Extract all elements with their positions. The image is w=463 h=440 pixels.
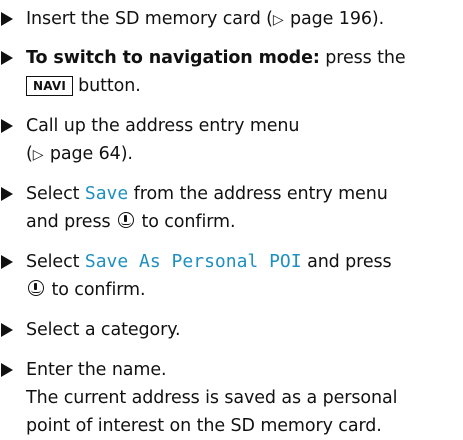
navi-key-label: NAVI — [26, 76, 74, 96]
step-switch-navigation-mode: To switch to navigation mode: press the … — [0, 44, 463, 100]
step-text: to confirm. — [135, 212, 236, 232]
step-bullet-icon — [1, 51, 13, 65]
page-reference: page 196). — [284, 9, 385, 29]
confirm-knob-icon — [28, 280, 44, 296]
step-text: press the — [319, 48, 406, 68]
step-text: to confirm. — [46, 280, 146, 300]
step-text: Insert the SD memory card ( — [26, 9, 273, 29]
step-enter-name: Enter the name. The current address is s… — [0, 356, 463, 440]
step-text: Select — [26, 252, 85, 272]
page-reference: page 64). — [44, 144, 133, 164]
step-bullet-icon — [1, 12, 13, 26]
step-select-save-personal-poi: Select Save As Personal POI and press to… — [0, 248, 463, 304]
step-bullet-icon — [1, 323, 13, 337]
step-bullet-icon — [1, 363, 13, 377]
step-bullet-icon — [1, 187, 13, 201]
step-call-address-menu: Call up the address entry menu (▷ page 6… — [0, 112, 463, 169]
display-text-save: Save — [84, 183, 129, 204]
step-text: Enter the name. — [26, 360, 167, 380]
step-result-text: point of interest on the SD memory card. — [26, 416, 382, 436]
step-bullet-icon — [1, 255, 13, 269]
step-bullet-icon — [1, 119, 13, 133]
page-reference-arrow-icon: ▷ — [32, 147, 44, 163]
step-text: Select a category. — [26, 320, 181, 340]
step-text: Call up the address entry menu — [26, 116, 300, 136]
step-result-text: The current address is saved as a person… — [26, 388, 398, 408]
page-reference-arrow-icon: ▷ — [272, 12, 284, 28]
step-text: button. — [78, 76, 141, 96]
step-text: and press — [301, 252, 392, 272]
display-text-save-as-personal-poi: Save As Personal POI — [84, 251, 302, 272]
step-text: and press — [26, 212, 116, 232]
step-select-category: Select a category. — [0, 316, 463, 344]
step-text: from the address entry menu — [128, 184, 388, 204]
confirm-knob-icon — [117, 212, 134, 228]
step-text: Select — [26, 184, 85, 204]
step-insert-sd-card: Insert the SD memory card (▷ page 196). — [0, 5, 463, 34]
step-heading: To switch to navigation mode: — [26, 48, 320, 68]
page-reference-open: ( — [26, 144, 33, 164]
step-select-save: Select Save from the address entry menu … — [0, 180, 463, 236]
